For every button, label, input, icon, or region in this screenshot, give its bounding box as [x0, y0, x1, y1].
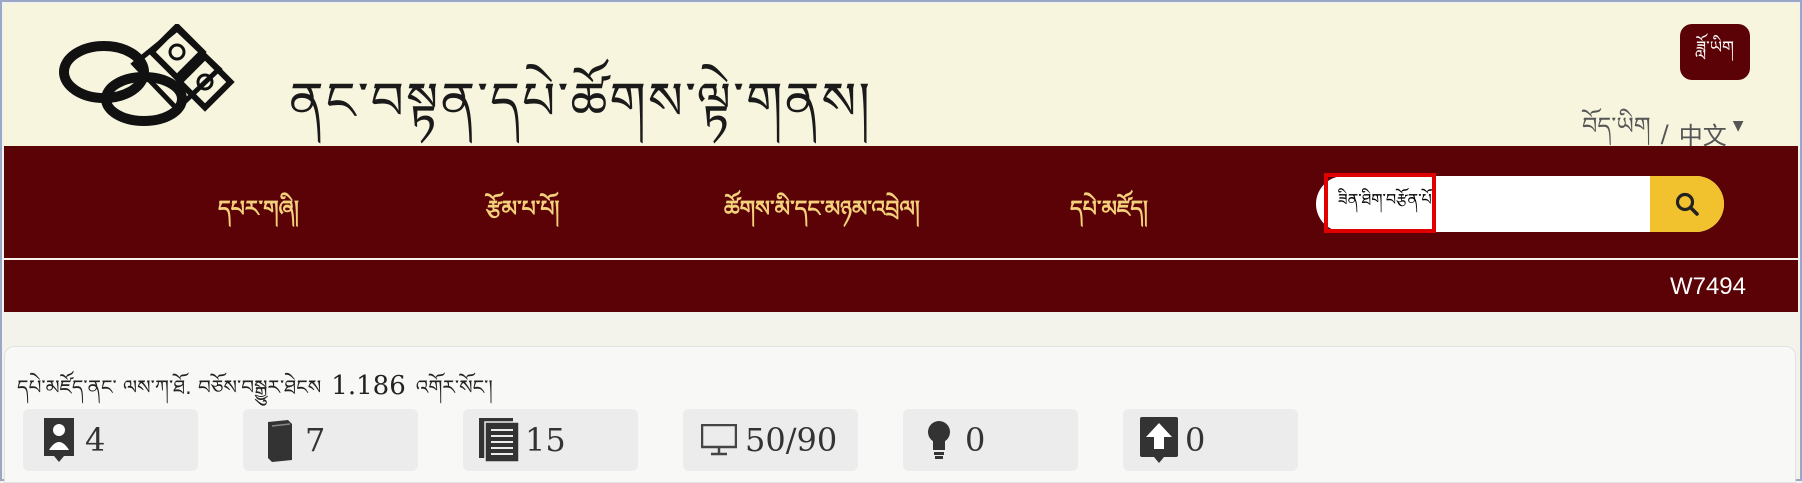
stat-value: 50/90 — [745, 421, 838, 459]
person-icon — [39, 416, 79, 464]
nav-item-library[interactable]: དཔེ་མཛོད། — [1070, 184, 1148, 246]
stat-scans[interactable]: 50/90 — [683, 409, 858, 471]
stat-persons[interactable]: 4 — [23, 409, 198, 471]
stat-value: 0 — [965, 421, 986, 459]
search-input[interactable] — [1326, 180, 1636, 228]
work-id-bar: W7494 — [4, 260, 1798, 312]
stat-volumes[interactable]: 15 — [463, 409, 638, 471]
main-nav: དཔར་གཞི། རྩོམ་པ་པོ། ཚོགས་མི་དང་མཉམ་འབྲེལ… — [4, 146, 1798, 258]
stat-value: 0 — [1185, 421, 1206, 459]
script-toggle-label: ཟློ་ཡིག — [1695, 38, 1735, 58]
work-summary-panel: དཔེ་མཛོད་ནང་ ལས་ཀ་ཐོ. བཅོས་བསྒྱུར་ཐེངས 1.… — [4, 346, 1796, 483]
nav-item-authors[interactable]: རྩོམ་པ་པོ། — [486, 184, 559, 246]
script-toggle-button[interactable]: ཟློ་ཡིག — [1680, 24, 1750, 80]
endless-knot-logo-icon[interactable] — [59, 24, 239, 129]
work-id: W7494 — [1669, 273, 1746, 300]
version-number: 1.186 — [331, 371, 406, 401]
site-header: ནང་བསྟན་དཔེ་ཚོགས་ལྟེ་གནས། ཟློ་ཡིག བོད་ཡི… — [4, 4, 1798, 150]
monitor-icon — [699, 416, 739, 464]
version-prefix: དཔེ་མཛོད་ནང་ ལས་ཀ་ཐོ. བཅོས་བསྒྱུར་ཐེངས — [17, 375, 322, 399]
chevron-down-icon[interactable]: ▼ — [1733, 118, 1744, 134]
lightbulb-icon — [919, 416, 959, 464]
stat-books[interactable]: 7 — [243, 409, 418, 471]
nav-item-contributors[interactable]: ཚོགས་མི་དང་མཉམ་འབྲེལ། — [724, 184, 920, 246]
stat-uploads[interactable]: 0 — [1123, 409, 1298, 471]
stat-value: 7 — [305, 421, 326, 459]
search-button[interactable] — [1650, 176, 1724, 232]
stat-value: 15 — [525, 421, 566, 459]
upload-icon — [1139, 416, 1179, 464]
nav-item-works[interactable]: དཔར་གཞི། — [218, 184, 299, 246]
stat-value: 4 — [85, 421, 106, 459]
stat-ideas[interactable]: 0 — [903, 409, 1078, 471]
version-suffix: འགོར་སོང་། — [415, 375, 493, 399]
volumes-icon — [479, 416, 519, 464]
search-icon — [1675, 192, 1699, 216]
lang-separator: / — [1660, 119, 1669, 148]
book-icon — [259, 416, 299, 464]
search-box — [1316, 173, 1724, 233]
